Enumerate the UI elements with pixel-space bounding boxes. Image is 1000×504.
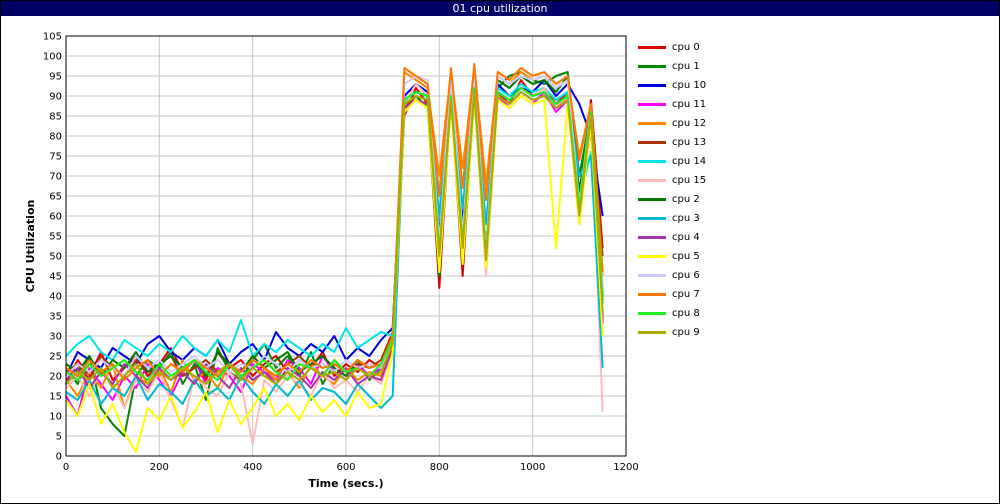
series-line-cpu-2 bbox=[65, 75, 604, 377]
y-tick-label-1: 5 bbox=[56, 432, 62, 443]
legend-item-cpu-0: cpu 0 bbox=[638, 38, 758, 57]
series-line-cpu-0 bbox=[65, 79, 604, 385]
x-tick-label-1: 200 bbox=[150, 462, 169, 473]
legend-label: cpu 7 bbox=[672, 289, 700, 300]
legend-label: cpu 8 bbox=[672, 308, 700, 319]
legend-swatch bbox=[638, 198, 666, 201]
chart-window: 01 cpu utilization 0 200 400 600 800 1000 1200… bbox=[0, 0, 1000, 504]
window-title: 01 cpu utilization bbox=[1, 1, 999, 16]
y-tick-label-11: 55 bbox=[49, 232, 62, 243]
y-tick-label-19: 95 bbox=[49, 72, 62, 83]
legend-swatch bbox=[638, 255, 666, 258]
legend-label: cpu 10 bbox=[672, 80, 707, 91]
y-tick-label-21: 105 bbox=[43, 32, 62, 43]
legend-label: cpu 12 bbox=[672, 118, 707, 129]
chart-legend: cpu 0 cpu 1 cpu 10 cpu 11 cpu 12 cpu 13 cpu 14… bbox=[638, 38, 758, 342]
y-tick-label-6: 30 bbox=[49, 332, 62, 343]
legend-item-cpu-4: cpu 4 bbox=[638, 228, 758, 247]
legend-swatch bbox=[638, 236, 666, 239]
legend-item-cpu-10: cpu 10 bbox=[638, 76, 758, 95]
legend-swatch bbox=[638, 160, 666, 163]
legend-item-cpu-8: cpu 8 bbox=[638, 304, 758, 323]
x-tick-label-3: 600 bbox=[336, 462, 355, 473]
legend-swatch bbox=[638, 179, 666, 182]
x-axis-label: Time (secs.) bbox=[308, 477, 383, 490]
legend-swatch bbox=[638, 312, 666, 315]
legend-item-cpu-13: cpu 13 bbox=[638, 133, 758, 152]
series-line-cpu-14 bbox=[65, 83, 604, 361]
series-line-cpu-12 bbox=[65, 67, 604, 409]
legend-item-cpu-14: cpu 14 bbox=[638, 152, 758, 171]
series-line-cpu-7 bbox=[65, 63, 604, 381]
y-tick-label-12: 60 bbox=[49, 212, 62, 223]
legend-label: cpu 4 bbox=[672, 232, 700, 243]
y-tick-label-5: 25 bbox=[49, 352, 62, 363]
y-tick-label-2: 10 bbox=[49, 412, 62, 423]
cpu-utilization-chart: 0 200 400 600 800 1000 1200 0 5 10 15 20 25 30 35 40 45 5… bbox=[24, 32, 639, 491]
y-axis-label: CPU Utilization bbox=[24, 200, 37, 293]
series-line-cpu-15 bbox=[65, 79, 604, 445]
x-tick-label-4: 800 bbox=[430, 462, 449, 473]
x-tick-label-5: 1000 bbox=[520, 462, 545, 473]
legend-label: cpu 0 bbox=[672, 42, 700, 53]
y-tick-label-9: 45 bbox=[49, 272, 62, 283]
legend-item-cpu-6: cpu 6 bbox=[638, 266, 758, 285]
legend-label: cpu 13 bbox=[672, 137, 707, 148]
legend-swatch bbox=[638, 274, 666, 277]
legend-label: cpu 1 bbox=[672, 61, 700, 72]
legend-swatch bbox=[638, 46, 666, 49]
legend-item-cpu-1: cpu 1 bbox=[638, 57, 758, 76]
legend-label: cpu 2 bbox=[672, 194, 700, 205]
legend-item-cpu-2: cpu 2 bbox=[638, 190, 758, 209]
y-tick-label-20: 100 bbox=[43, 52, 62, 63]
legend-label: cpu 11 bbox=[672, 99, 707, 110]
y-tick-label-10: 50 bbox=[49, 252, 62, 263]
legend-label: cpu 5 bbox=[672, 251, 700, 262]
y-tick-label-15: 75 bbox=[49, 152, 62, 163]
y-tick-label-4: 20 bbox=[49, 372, 62, 383]
y-tick-label-13: 65 bbox=[49, 192, 62, 203]
legend-swatch bbox=[638, 122, 666, 125]
y-tick-label-0: 0 bbox=[56, 452, 62, 463]
series-line-cpu-10 bbox=[65, 79, 604, 377]
legend-label: cpu 3 bbox=[672, 213, 700, 224]
legend-item-cpu-11: cpu 11 bbox=[638, 95, 758, 114]
legend-swatch bbox=[638, 84, 666, 87]
legend-swatch bbox=[638, 103, 666, 106]
y-tick-label-17: 85 bbox=[49, 112, 62, 123]
x-tick-label-2: 400 bbox=[243, 462, 262, 473]
legend-swatch bbox=[638, 293, 666, 296]
legend-swatch bbox=[638, 65, 666, 68]
y-tick-label-14: 70 bbox=[49, 172, 62, 183]
series-lines bbox=[65, 63, 604, 453]
grid bbox=[65, 35, 627, 457]
x-tick-label-6: 1200 bbox=[613, 462, 638, 473]
legend-label: cpu 6 bbox=[672, 270, 700, 281]
legend-item-cpu-15: cpu 15 bbox=[638, 171, 758, 190]
legend-swatch bbox=[638, 331, 666, 334]
legend-label: cpu 15 bbox=[672, 175, 707, 186]
legend-label: cpu 9 bbox=[672, 327, 700, 338]
y-tick-label-8: 40 bbox=[49, 292, 62, 303]
legend-swatch bbox=[638, 217, 666, 220]
legend-item-cpu-3: cpu 3 bbox=[638, 209, 758, 228]
legend-item-cpu-7: cpu 7 bbox=[638, 285, 758, 304]
series-line-cpu-6 bbox=[65, 71, 604, 377]
legend-item-cpu-9: cpu 9 bbox=[638, 323, 758, 342]
legend-item-cpu-12: cpu 12 bbox=[638, 114, 758, 133]
x-tick-label-0: 0 bbox=[63, 462, 69, 473]
y-tick-label-18: 90 bbox=[49, 92, 62, 103]
y-tick-label-7: 35 bbox=[49, 312, 62, 323]
y-tick-label-16: 80 bbox=[49, 132, 62, 143]
y-tick-label-3: 15 bbox=[49, 392, 62, 403]
legend-swatch bbox=[638, 141, 666, 144]
legend-item-cpu-5: cpu 5 bbox=[638, 247, 758, 266]
legend-label: cpu 14 bbox=[672, 156, 707, 167]
